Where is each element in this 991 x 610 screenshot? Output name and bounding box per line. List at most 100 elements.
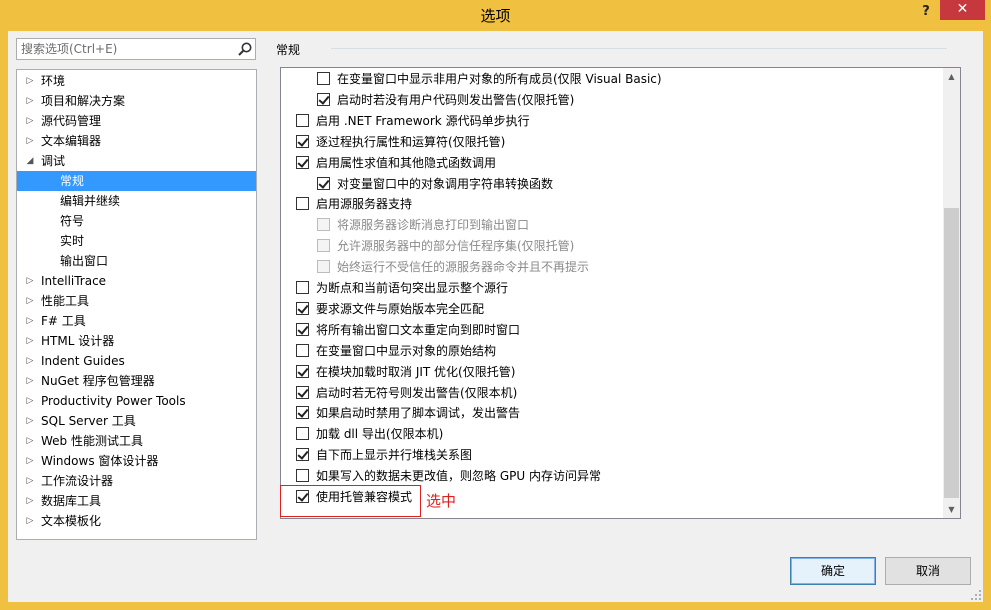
tree-item[interactable]: ▷ 性能工具 [17,291,256,311]
tree-item[interactable]: ▷ Web 性能测试工具 [17,431,256,451]
option-label: 如果写入的数据未更改值，则忽略 GPU 内存访问异常 [316,469,601,484]
tree-item[interactable]: 实时 [17,231,256,251]
option-checkbox[interactable] [296,385,309,399]
option-checkbox[interactable] [296,155,309,169]
tree-item[interactable]: ▷ 工作流设计器 [17,471,256,491]
collapsed-arrow-icon[interactable]: ▷ [25,311,35,331]
option-label: 启用 .NET Framework 源代码单步执行 [316,113,530,128]
tree-item-label: 文本模板化 [41,514,102,528]
collapsed-arrow-icon[interactable]: ▷ [25,391,35,411]
options-list: 在变量窗口中显示非用户对象的所有成员(仅限 Visual Basic) 启动时若没… [280,67,961,519]
scroll-up-icon[interactable]: ▲ [943,68,960,85]
tree-item[interactable]: 编辑并继续 [17,191,256,211]
option-label: 在变量窗口中显示非用户对象的所有成员(仅限 Visual Basic) [337,72,662,86]
annotation-highlight-box [280,485,421,517]
collapsed-arrow-icon[interactable]: ▷ [25,351,35,371]
help-button[interactable]: ? [915,2,937,22]
tree-item[interactable]: ▷ Windows 窗体设计器 [17,451,256,471]
tree-item-label: HTML 设计器 [41,334,115,348]
tree-item[interactable]: ▷ NuGet 程序包管理器 [17,371,256,391]
tree-item[interactable]: ▷ SQL Server 工具 [17,411,256,431]
tree-item[interactable]: 输出窗口 [17,251,256,271]
collapsed-arrow-icon[interactable]: ▷ [25,291,35,311]
tree-item[interactable]: ▷ F# 工具 [17,311,256,331]
tree-item-label: 调试 [41,154,66,168]
option-checkbox[interactable] [296,113,309,127]
tree-item[interactable]: ▷ 文本编辑器 [17,131,256,151]
option-checkbox[interactable] [296,281,309,294]
tree-item[interactable]: ▷ 源代码管理 [17,111,256,131]
tree-item-label: NuGet 程序包管理器 [41,374,155,388]
window-title: 选项 [480,7,511,25]
option-checkbox[interactable] [317,72,330,85]
collapsed-arrow-icon[interactable]: ▷ [25,371,35,391]
option-checkbox[interactable] [296,197,309,211]
option-label: 在变量窗口中显示对象的原始结构 [316,343,497,358]
tree-item[interactable]: ▷ IntelliTrace [17,271,256,291]
option-checkbox[interactable] [317,92,330,106]
collapsed-arrow-icon[interactable]: ▷ [25,451,35,471]
tree-item-label: 文本编辑器 [41,134,102,148]
option-checkbox[interactable] [296,343,309,357]
tree-item[interactable]: ▷ 环境 [17,71,256,91]
option-checkbox[interactable] [317,176,330,190]
option-label: 将所有输出窗口文本重定向到即时窗口 [316,322,521,337]
options-scrollbar[interactable]: ▲ ▼ [943,68,960,518]
option-checkbox[interactable] [296,469,309,483]
option-checkbox[interactable] [296,364,309,378]
tree-item[interactable]: ▷ Productivity Power Tools [17,391,256,411]
option-label: 启动时若无符号则发出警告(仅限本机) [316,385,518,400]
scroll-thumb[interactable] [944,208,959,498]
option-checkbox [317,218,330,232]
search-icon[interactable] [237,41,253,57]
collapsed-arrow-icon[interactable]: ▷ [25,431,35,451]
ok-button[interactable]: 确定 [790,557,876,585]
close-button[interactable]: ✕ [940,0,985,20]
collapsed-arrow-icon[interactable]: ▷ [25,331,35,351]
title-bar[interactable]: 选项 ? ✕ [0,0,991,30]
option-checkbox[interactable] [296,134,309,148]
resize-grip-icon[interactable] [970,589,982,601]
tree-item-label: 常规 [60,174,85,188]
tree-item[interactable]: ▷ 项目和解决方案 [17,91,256,111]
option-checkbox[interactable] [296,301,309,315]
tree-item[interactable]: ▷ 文本模板化 [17,511,256,531]
option-label: 允许源服务器中的部分信任程序集(仅限托管) [337,239,575,254]
collapsed-arrow-icon[interactable]: ▷ [25,411,35,431]
tree-item[interactable]: ▷ Indent Guides [17,351,256,371]
option-checkbox[interactable] [296,406,309,420]
tree-item-label: 工作流设计器 [41,474,114,488]
option-checkbox[interactable] [296,448,309,462]
tree-item[interactable]: 符号 [17,211,256,231]
collapsed-arrow-icon[interactable]: ▷ [25,111,35,131]
tree-item-label: 源代码管理 [41,114,102,128]
option-label: 如果启动时禁用了脚本调试，发出警告 [316,406,521,421]
search-input[interactable] [17,39,232,59]
option-label: 在模块加载时取消 JIT 优化(仅限托管) [316,364,516,379]
tree-item-label: 环境 [41,74,66,88]
tree-item[interactable]: ▷ HTML 设计器 [17,331,256,351]
tree-item[interactable]: ◢ 调试 [17,151,256,171]
search-box[interactable] [16,38,256,60]
collapsed-arrow-icon[interactable]: ▷ [25,511,35,531]
tree-item-label: Windows 窗体设计器 [41,454,159,468]
collapsed-arrow-icon[interactable]: ▷ [25,491,35,511]
option-label: 要求源文件与原始版本完全匹配 [316,301,485,316]
tree-item[interactable]: ▷ 数据库工具 [17,491,256,511]
collapsed-arrow-icon[interactable]: ▷ [25,91,35,111]
cancel-button[interactable]: 取消 [885,557,971,585]
option-checkbox[interactable] [296,322,309,336]
option-label: 将源服务器诊断消息打印到输出窗口 [337,218,530,233]
collapsed-arrow-icon[interactable]: ▷ [25,131,35,151]
option-checkbox[interactable] [296,427,309,441]
collapsed-arrow-icon[interactable]: ▷ [25,71,35,91]
scroll-down-icon[interactable]: ▼ [943,501,960,518]
tree-item-label: 数据库工具 [41,494,102,508]
tree-item[interactable]: 常规 [17,171,256,191]
collapsed-arrow-icon[interactable]: ▷ [25,471,35,491]
collapsed-arrow-icon[interactable]: ▷ [25,271,35,291]
expanded-arrow-icon[interactable]: ◢ [25,151,35,171]
options-tree[interactable]: ▷ 环境 ▷ 项目和解决方案 ▷ 源代码管理 ▷ 文本编辑器 ◢ 调试 常规 编辑并继续 符号 实时 输出窗… [16,69,257,540]
option-label: 加载 dll 导出(仅限本机) [316,427,444,442]
option-checkbox [317,260,330,274]
